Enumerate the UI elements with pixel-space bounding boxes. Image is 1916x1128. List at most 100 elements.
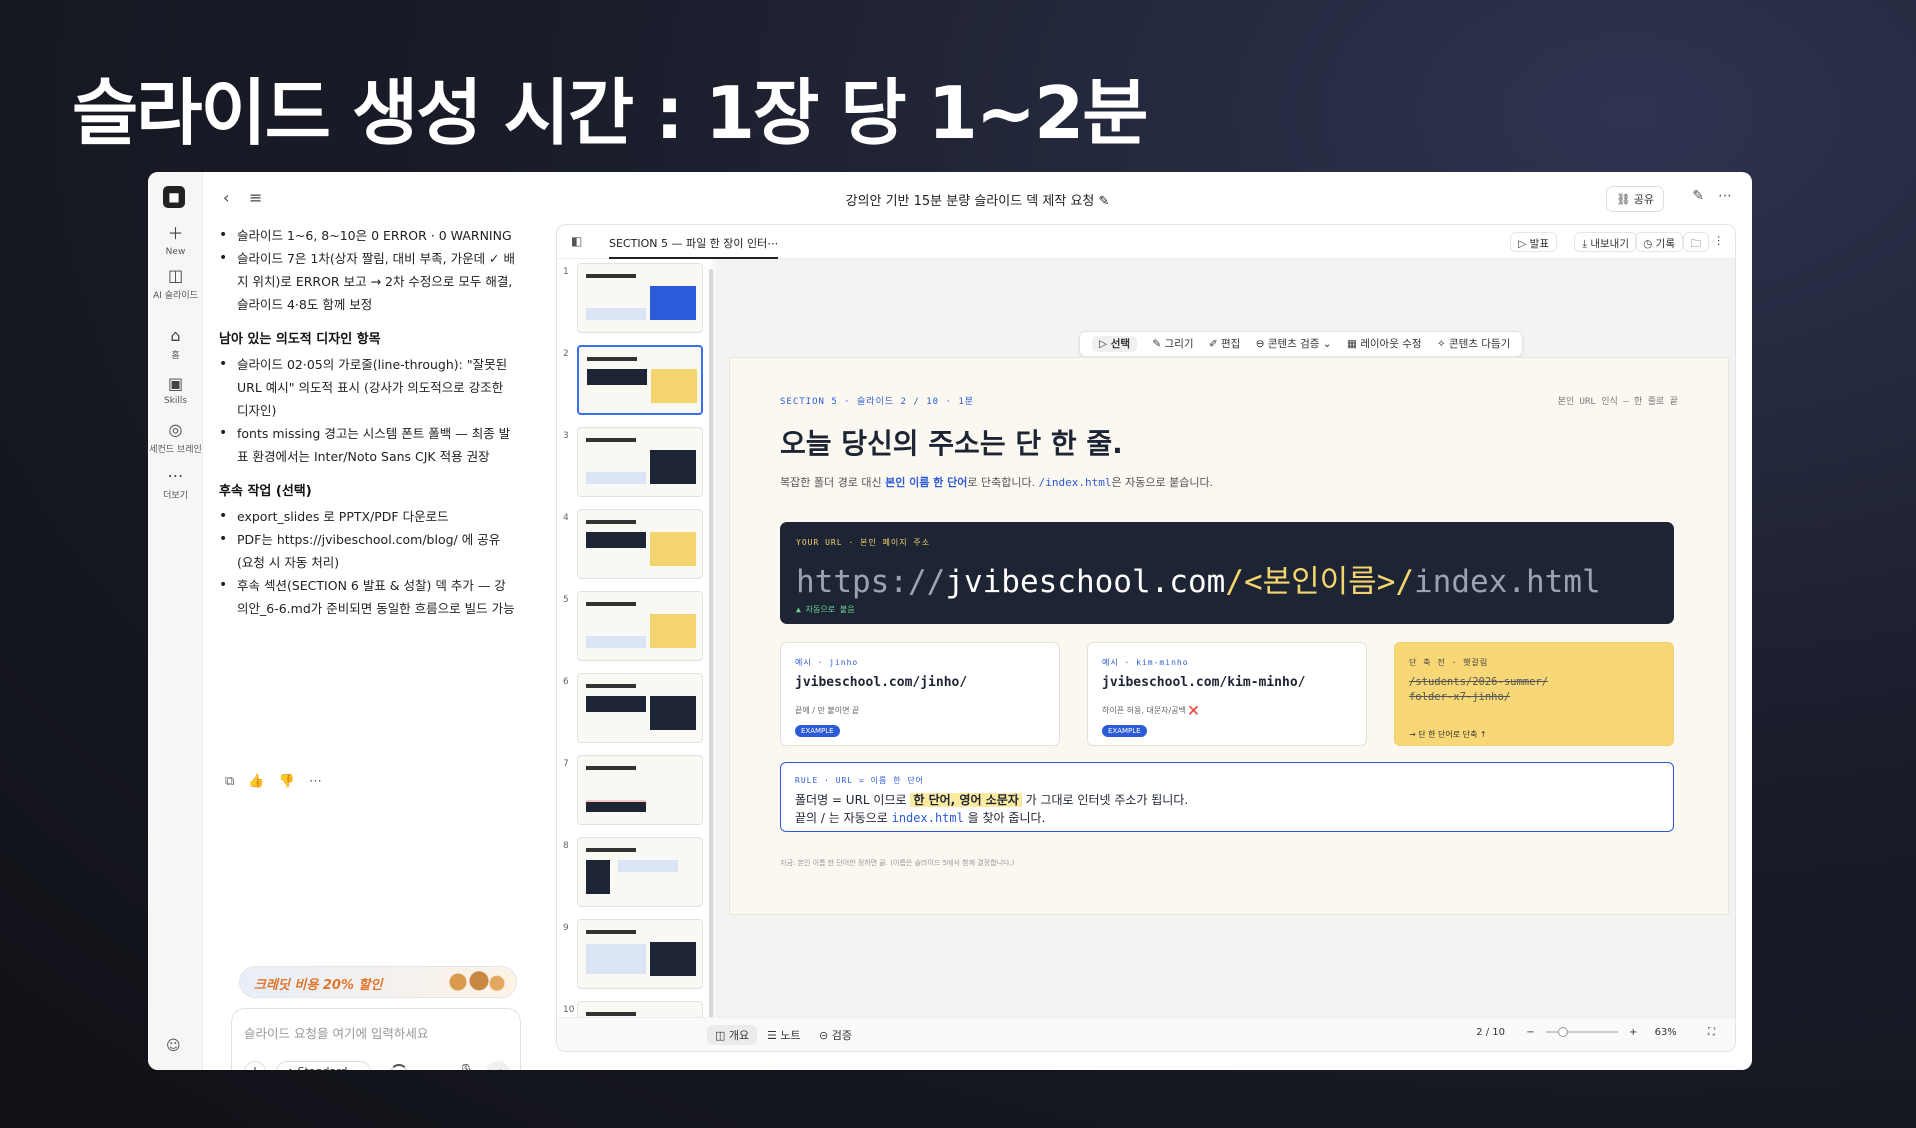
slide-editor: ◧ SECTION 5 — 파일 한 장이 인터⋯ ▷ 발표 ⤓ 내보내기 ◷ … [556, 224, 1736, 1052]
fit-screen-icon[interactable]: ⛶ [1708, 1027, 1715, 1038]
slide-subtitle: 복잡한 폴더 경로 대신 본인 이름 한 단어로 단축합니다. /index.h… [780, 476, 1214, 489]
slide[interactable]: SECTION 5 · 슬라이드 2 / 10 · 1분 본인 URL 인식 —… [729, 357, 1729, 915]
list-item: 슬라이드 1~6, 8~10은 0 ERROR · 0 WARNING [203, 224, 515, 247]
slide-thumbnail[interactable] [577, 591, 703, 661]
model-select[interactable]: ⌂ Standard ⌄ [276, 1061, 372, 1070]
document-title[interactable]: 강의안 기반 15분 분량 슬라이드 덱 제작 요청 ✎ [203, 190, 1752, 209]
present-button[interactable]: ▷ 발표 [1510, 232, 1557, 252]
message-actions[interactable]: ⧉ 👍 👎 ⋯ [225, 774, 322, 789]
slide-thumbnail[interactable] [577, 755, 703, 825]
app-window: ■ ＋ New ◫ AI 슬라이드 ⌂ 홈 ▣ Skills ◎ 세컨드 브레인 ⋯ 더보기… [148, 172, 1752, 1070]
zoom-slider[interactable] [1545, 1027, 1618, 1037]
edit-toolbar: ▷ 선택 ✎ 그리기 ✐ 편집 ⊖ 콘텐츠 검증 ⌄ ▦ 레이아웃 수정 ✧ 콘… [1079, 331, 1524, 357]
rail-label: New [165, 247, 186, 257]
example-card: 예시 · kim-minho jvibeschool.com/kim-minho… [1087, 642, 1367, 746]
more-icon: ⋯ [167, 466, 184, 485]
skills-icon: ▣ [167, 374, 184, 393]
editor-top-bar: ◧ SECTION 5 — 파일 한 장이 인터⋯ ▷ 발표 ⤓ 내보내기 ◷ … [557, 225, 1735, 259]
slide-canvas: ▷ 선택 ✎ 그리기 ✐ 편집 ⊖ 콘텐츠 검증 ⌄ ▦ 레이아웃 수정 ✧ 콘… [715, 259, 1735, 1019]
send-button[interactable]: ↵ [486, 1061, 510, 1070]
slide-thumbnail[interactable] [577, 427, 703, 497]
chat-input[interactable]: 슬라이드 요청을 여기에 입력하세요 [244, 1023, 428, 1042]
slide-right-label: 본인 URL 인식 — 한 줄로 끝 [1557, 397, 1678, 407]
home-icon: ⌂ [170, 326, 181, 345]
slide-thumbnail[interactable] [577, 837, 703, 907]
notes-button[interactable]: ☰ 노트 [759, 1025, 809, 1045]
card-desc: 끝에 / 만 붙이면 끝 [795, 706, 860, 715]
list-item: 후속 섹션(SECTION 6 발표 & 성찰) 덱 추가 — 강의안_6-6.… [203, 574, 515, 620]
thumb-number: 4 [563, 513, 569, 523]
card-caption: → 단 한 단어로 단축 ↑ [1409, 730, 1487, 739]
promo-banner[interactable]: 크레딧 비용 20% 할인 [239, 966, 517, 998]
url-text: https://jvibeschool.com/<본인이름>/index.htm… [796, 564, 1601, 600]
rail-label: Skills [163, 396, 188, 406]
slide-thumbnail[interactable] [577, 919, 703, 989]
left-rail: ■ ＋ New ◫ AI 슬라이드 ⌂ 홈 ▣ Skills ◎ 세컨드 브레인 ⋯ 더보기… [148, 172, 203, 1070]
rule-kicker: RULE · URL = 이름 한 단어 [795, 776, 925, 785]
share-button[interactable]: ⛓ 공유 [1606, 186, 1664, 212]
user-icon[interactable]: ☺ [166, 1038, 181, 1054]
card-desc: 하이픈 허용, 대문자/공백 ❌ [1102, 706, 1199, 715]
promo-text: 크레딧 비용 20% 할인 [254, 978, 383, 993]
sidebar-toggle-icon[interactable]: ◧ [571, 234, 582, 248]
fix-layout-button[interactable]: ▦ 레이아웃 수정 [1347, 338, 1422, 350]
zoom-level: 63% [1654, 1027, 1677, 1038]
slide-thumbnail[interactable] [577, 263, 703, 333]
zoom-out-button[interactable]: − [1526, 1027, 1534, 1038]
folder-button[interactable]: 🗀 [1682, 232, 1709, 252]
draw-tool-button[interactable]: ✎ 그리기 [1152, 338, 1193, 350]
rail-skills[interactable]: ▣ Skills [148, 374, 203, 406]
zoom-controls: 2 / 10 − + 63% ⛶ [1476, 1027, 1715, 1038]
tab-section-5[interactable]: SECTION 5 — 파일 한 장이 인터⋯ [609, 235, 779, 259]
rule-box: RULE · URL = 이름 한 단어 폴더명 = URL 이므로 한 단어,… [780, 762, 1674, 832]
zoom-slider-knob[interactable] [1557, 1027, 1568, 1037]
select-tool-button[interactable]: ▷ 선택 [1092, 336, 1138, 352]
chat-input-box[interactable]: 슬라이드 요청을 여기에 입력하세요 + ⌂ Standard ⌄ 🎙 ↵ [231, 1008, 521, 1070]
export-button[interactable]: ⤓ 내보내기 [1574, 232, 1637, 252]
example-badge: EXAMPLE [795, 725, 840, 737]
status-list: 슬라이드 1~6, 8~10은 0 ERROR · 0 WARNING 슬라이드… [203, 224, 529, 316]
slide-kicker: SECTION 5 · 슬라이드 2 / 10 · 1분 [780, 397, 975, 407]
design-list: 슬라이드 02·05의 가로줄(line-through): "잘못된 URL … [203, 353, 529, 468]
followup-list: export_slides 로 PPTX/PDF 다운로드 PDF는 https… [203, 505, 529, 620]
chat-panel: 슬라이드 1~6, 8~10은 0 ERROR · 0 WARNING 슬라이드… [203, 222, 582, 1070]
polish-content-button[interactable]: ✧ 콘텐츠 다듬기 [1437, 338, 1510, 350]
verify-button[interactable]: ⊝ 검증 [811, 1025, 860, 1045]
page-indicator: 2 / 10 [1476, 1027, 1506, 1038]
list-item: export_slides 로 PPTX/PDF 다운로드 [203, 505, 515, 528]
rail-ai-slides[interactable]: ◫ AI 슬라이드 [148, 266, 203, 301]
thumb-number: 2 [563, 349, 569, 359]
rail-more[interactable]: ⋯ 더보기 [148, 466, 203, 501]
thumb-number: 7 [563, 759, 569, 769]
thumbnail-scrollbar[interactable] [709, 269, 713, 1029]
attach-button[interactable]: + [244, 1061, 266, 1070]
slide-thumbnail[interactable] [577, 509, 703, 579]
example-card: 예시 · jinho jvibeschool.com/jinho/ 끝에 / 만… [780, 642, 1060, 746]
rail-label: 더보기 [163, 491, 188, 501]
slide-thumbnail[interactable] [577, 673, 703, 743]
app-logo[interactable]: ■ [163, 186, 185, 208]
url-label: YOUR URL · 본인 페이지 주소 [796, 538, 931, 547]
outline-button[interactable]: ◫ 개요 [707, 1025, 758, 1045]
zoom-in-button[interactable]: + [1629, 1027, 1637, 1038]
url-note: ▲ 자동으로 붙음 [796, 605, 855, 614]
edit-icon[interactable]: ✎ [1692, 188, 1704, 204]
rail-second-brain[interactable]: ◎ 세컨드 브레인 [148, 420, 203, 455]
list-item: fonts missing 경고는 시스템 폰트 폴백 — 최종 발표 환경에서… [203, 422, 515, 468]
mic-icon[interactable]: 🎙 [458, 1064, 475, 1070]
slide-thumbnail-selected[interactable] [577, 345, 703, 415]
verify-content-button[interactable]: ⊖ 콘텐츠 검증 ⌄ [1256, 338, 1332, 350]
more-options-icon[interactable]: ⋯ [1718, 188, 1732, 204]
edit-tool-button[interactable]: ✐ 편집 [1209, 338, 1240, 350]
thumbnail-panel: 1 2 3 4 5 6 7 8 9 10 [557, 259, 714, 1051]
rail-label: 홈 [171, 351, 180, 361]
list-item: 슬라이드 7은 1차(상자 짤림, 대비 부족, 가운데 ✓ 배지 위치)로 E… [203, 247, 515, 316]
thumb-number: 6 [563, 677, 569, 687]
thumb-number: 8 [563, 841, 569, 851]
section-heading: 후속 작업 (선택) [219, 484, 312, 499]
list-item: PDF는 https://jvibeschool.com/blog/ 에 공유 … [203, 528, 515, 574]
kebab-icon[interactable]: ⋮ [1707, 232, 1732, 252]
rail-new[interactable]: ＋ New [148, 220, 203, 257]
rail-home[interactable]: ⌂ 홈 [148, 326, 203, 361]
history-button[interactable]: ◷ 기록 [1635, 232, 1683, 252]
